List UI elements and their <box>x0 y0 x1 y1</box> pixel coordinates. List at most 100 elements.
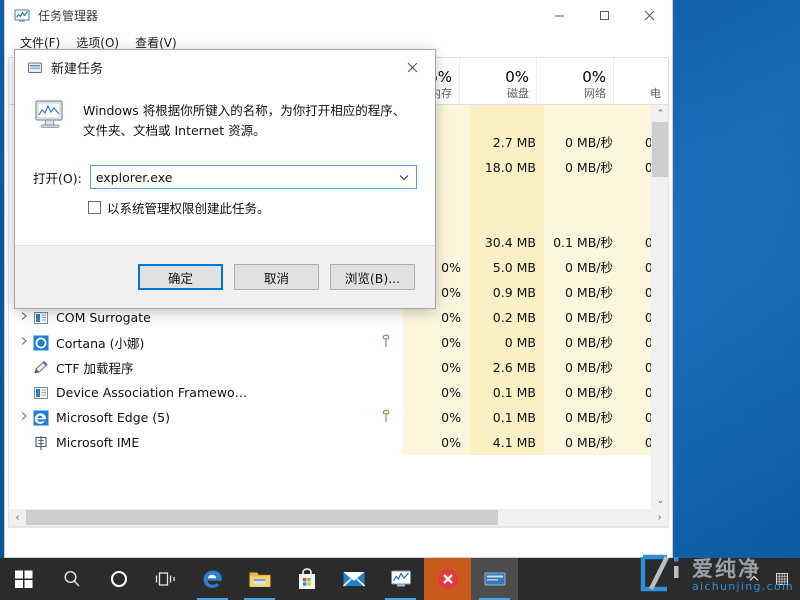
task-manager-button[interactable] <box>377 558 424 600</box>
task-manager-footer <box>8 527 669 557</box>
process-name: Cortana (小娜) <box>56 336 145 351</box>
scroll-left-arrow-icon[interactable]: ‹ <box>9 510 26 526</box>
cell-disk: 0.1 MB/秒 <box>544 230 621 255</box>
cell-disk <box>544 105 621 130</box>
column-disk-pct: 0% <box>505 68 529 86</box>
minimize-button[interactable] <box>537 0 582 31</box>
mail-button[interactable] <box>330 558 377 600</box>
column-power-label: 电 <box>650 87 661 100</box>
cell-disk: 0 MB/秒 <box>544 305 621 330</box>
column-header-network[interactable]: 0% 网络 <box>536 58 613 104</box>
dialog-footer: 确定 取消 浏览(B)... <box>15 245 435 308</box>
vertical-scrollbar-thumb[interactable] <box>652 122 668 177</box>
table-row[interactable]: COM Surrogate0%0.2 MB0 MB/秒0 Mbps <box>9 305 668 330</box>
open-combobox[interactable] <box>89 165 417 189</box>
ok-button[interactable]: 确定 <box>138 264 223 290</box>
column-header-power[interactable]: 电 <box>613 58 668 104</box>
run-dialog-monitor-icon <box>33 99 69 136</box>
cell-disk: 0 MB/秒 <box>544 280 621 305</box>
ctf-icon <box>33 360 49 376</box>
store-button[interactable] <box>283 558 330 600</box>
cell-mem: 18.0 MB <box>469 155 544 180</box>
table-row[interactable]: Cortana (小娜)0%0 MB0 MB/秒0 Mbps <box>9 330 668 355</box>
cell-mem: 0.2 MB <box>469 305 544 330</box>
open-field-row: 打开(O): <box>33 165 417 189</box>
chevron-down-icon[interactable] <box>392 166 416 188</box>
error-app-button[interactable] <box>424 558 471 600</box>
table-row[interactable]: Microsoft Edge (5)0%0.1 MB0 MB/秒0 Mbps <box>9 405 668 430</box>
watermark-chinese-text: 爱纯净 <box>691 557 761 581</box>
task-manager-icon <box>14 8 30 24</box>
horizontal-scrollbar[interactable]: ‹ › <box>8 509 669 527</box>
efficiency-mode-cell <box>369 408 403 427</box>
expand-chevron-icon[interactable] <box>15 411 33 424</box>
watermark-domain-text: aichunjing.com <box>691 580 794 593</box>
edge-button[interactable] <box>189 558 236 600</box>
open-label: 打开(O): <box>33 170 82 186</box>
cell-disk: 0 MB/秒 <box>544 155 621 180</box>
column-network-label: 网络 <box>584 87 606 100</box>
process-name: COM Surrogate <box>56 310 151 325</box>
cell-disk: 0 MB/秒 <box>544 130 621 155</box>
cell-disk: 0 MB/秒 <box>544 330 621 355</box>
scroll-right-arrow-icon[interactable]: › <box>651 510 668 526</box>
cell-disk: 0 MB/秒 <box>544 255 621 280</box>
cancel-button[interactable]: 取消 <box>234 264 319 290</box>
column-header-disk[interactable]: 0% 磁盘 <box>459 58 536 104</box>
admin-checkbox[interactable] <box>88 201 101 214</box>
cell-mem: 30.4 MB <box>469 230 544 255</box>
admin-checkbox-label: 以系统管理权限创建此任务。 <box>107 201 270 216</box>
admin-checkbox-row[interactable]: 以系统管理权限创建此任务。 <box>88 198 417 217</box>
scroll-up-arrow-icon[interactable]: ⌃ <box>652 105 668 122</box>
leaf-icon <box>380 333 392 352</box>
efficiency-mode-cell <box>369 333 403 352</box>
table-row[interactable]: CTF 加载程序0%2.6 MB0 MB/秒0 Mbps <box>9 355 668 380</box>
row-name-cell: Cortana (小娜) <box>9 330 369 355</box>
cell-mem: 2.6 MB <box>469 355 544 380</box>
browse-button[interactable]: 浏览(B)... <box>330 264 415 290</box>
cell-mem <box>469 180 544 205</box>
start-button[interactable] <box>0 558 48 600</box>
process-name: Microsoft IME <box>56 435 140 450</box>
cell-cpu: 0% <box>403 430 469 455</box>
expand-chevron-icon[interactable] <box>15 336 33 349</box>
task-view-button[interactable] <box>142 558 189 600</box>
cell-disk: 0 MB/秒 <box>544 380 621 405</box>
dialog-title: 新建任务 <box>51 62 104 77</box>
table-row[interactable]: Microsoft IME0%4.1 MB0 MB/秒0 Mbps <box>9 430 668 455</box>
cortana-button[interactable] <box>95 558 142 600</box>
cortana-icon <box>33 335 49 351</box>
watermark: 爱纯净 aichunjing.com <box>637 553 794 598</box>
cell-disk: 0 MB/秒 <box>544 430 621 455</box>
cell-mem: 0.1 MB <box>469 405 544 430</box>
scroll-down-arrow-icon[interactable]: ⌄ <box>652 492 668 509</box>
dialog-close-button[interactable] <box>390 50 435 85</box>
window-title: 任务管理器 <box>38 9 99 23</box>
search-button[interactable] <box>48 558 95 600</box>
cell-cpu: 0% <box>403 330 469 355</box>
cell-mem: 0.1 MB <box>469 380 544 405</box>
row-name-cell: Microsoft Edge (5) <box>9 405 369 430</box>
window-app-button[interactable] <box>471 558 518 600</box>
cell-mem <box>469 205 544 230</box>
horizontal-scrollbar-thumb[interactable] <box>26 510 498 525</box>
expand-chevron-icon[interactable] <box>15 311 33 324</box>
cell-mem: 2.7 MB <box>469 130 544 155</box>
app-frame-icon <box>33 385 49 401</box>
cell-cpu: 0% <box>403 305 469 330</box>
file-explorer-button[interactable] <box>236 558 283 600</box>
close-button[interactable] <box>627 0 672 31</box>
row-name-cell: Microsoft IME <box>9 430 369 455</box>
table-row[interactable]: Device Association Framewo… 0% 0.1 MB 0 MB/… <box>9 380 668 405</box>
dialog-titlebar: 新建任务 <box>15 50 435 85</box>
leaf-icon <box>380 408 392 427</box>
open-input[interactable] <box>90 166 392 188</box>
cell-cpu: 0% <box>403 405 469 430</box>
cell-mem: 0.9 MB <box>469 280 544 305</box>
process-name: Microsoft Edge (5) <box>56 410 170 425</box>
maximize-button[interactable] <box>582 0 627 31</box>
cell-mem: 5.0 MB <box>469 255 544 280</box>
process-name: Device Association Framewo… <box>56 385 248 400</box>
column-network-pct: 0% <box>582 68 606 86</box>
vertical-scrollbar[interactable]: ⌃ ⌄ <box>651 105 668 509</box>
